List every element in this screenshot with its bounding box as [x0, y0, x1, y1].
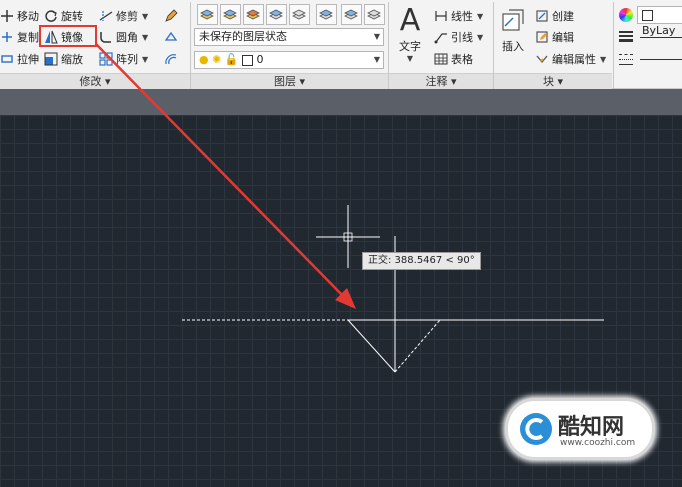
watermark-url: www.coozhi.com	[560, 438, 636, 448]
triangle-left-edge	[347, 319, 396, 373]
watermark-logo: 酷知网 www.coozhi.com	[505, 398, 655, 460]
ortho-tooltip: 正交: 388.5467 < 90°	[362, 252, 481, 270]
watermark-title: 酷知网	[558, 415, 625, 440]
red-arrow-line	[95, 43, 346, 299]
coozhi-logo-icon	[520, 413, 552, 445]
triangle-right-edge-dashed	[394, 319, 441, 373]
